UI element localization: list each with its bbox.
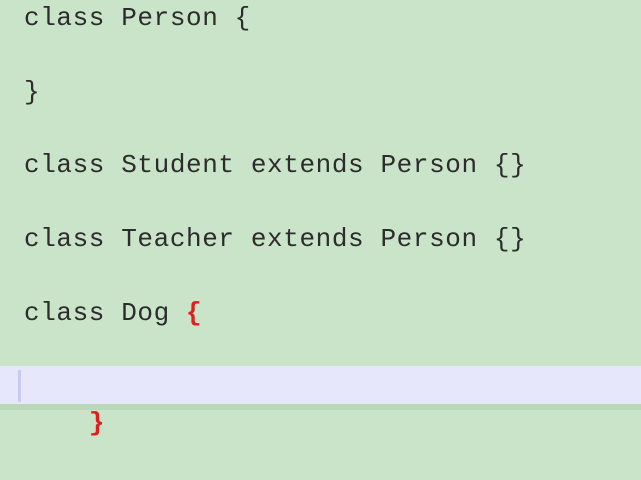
code-line-5-text: class Dog [24, 298, 187, 328]
code-line-5[interactable]: class Dog { [0, 295, 641, 332]
code-line-2-text: } [24, 77, 41, 107]
matched-close-brace: } [88, 408, 106, 438]
code-editor[interactable]: class Person { } class Student extends P… [0, 0, 641, 438]
matched-open-brace: { [186, 298, 203, 328]
code-line-1[interactable]: class Person { [0, 0, 641, 37]
code-line-1-text: class Person { [24, 3, 251, 33]
code-line-2[interactable]: } [0, 74, 641, 111]
code-line-4-text: class Teacher extends Person {} [24, 224, 527, 254]
code-line-6-current[interactable]: } [0, 366, 641, 438]
current-line-marker [18, 370, 21, 402]
code-line-4[interactable]: class Teacher extends Person {} [0, 221, 641, 258]
code-line-3[interactable]: class Student extends Person {} [0, 147, 641, 184]
code-line-3-text: class Student extends Person {} [24, 150, 527, 180]
editor-bottom-edge [0, 404, 641, 410]
